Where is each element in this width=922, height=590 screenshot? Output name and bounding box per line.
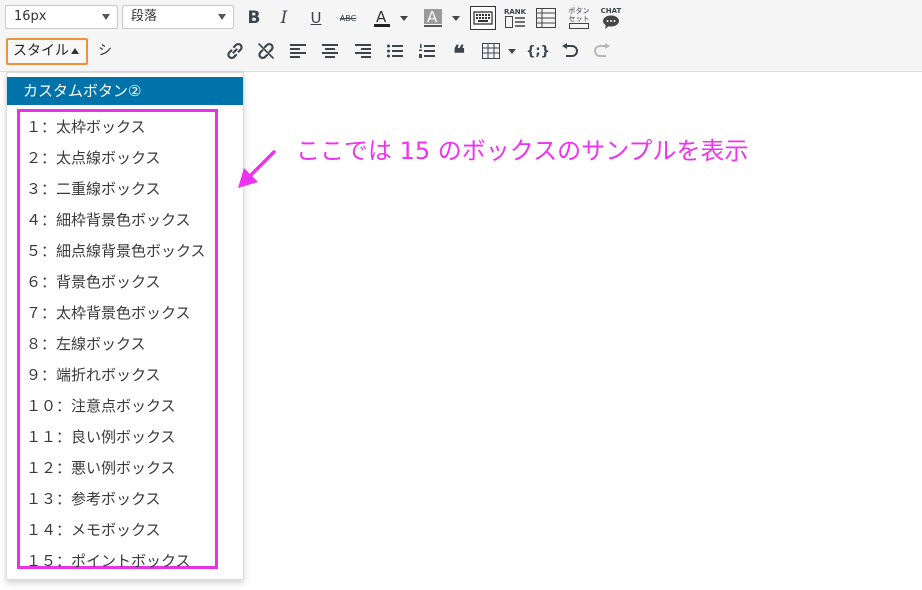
align-left-button[interactable]	[285, 36, 311, 66]
chat-button[interactable]: CHAT	[598, 3, 624, 33]
list-item[interactable]: １０：注意点ボックス	[26, 391, 176, 422]
table-layout-button[interactable]	[533, 3, 559, 33]
align-left-icon	[290, 44, 306, 58]
ranking-icon	[505, 16, 525, 28]
button-set-button[interactable]: ボタン セット	[565, 3, 593, 33]
list-item[interactable]: １２：悪い例ボックス	[26, 453, 176, 484]
link-icon	[227, 42, 243, 60]
italic-icon: I	[280, 8, 288, 28]
bold-icon: B	[247, 8, 261, 28]
underline-icon: U	[310, 9, 322, 27]
underline-button[interactable]: U	[303, 3, 329, 33]
background-color-icon: A	[424, 8, 442, 27]
button-set-label-1: ボタン	[568, 7, 590, 15]
list-item[interactable]: ５：細点線背景色ボックス	[26, 236, 206, 267]
remove-link-button[interactable]	[253, 36, 279, 66]
annotation-text: ここでは 15 のボックスのサンプルを表示	[296, 137, 749, 165]
align-right-icon	[355, 44, 371, 58]
shortcode-menu-button[interactable]: ショートコード	[98, 38, 112, 243]
list-item[interactable]: １１：良い例ボックス	[26, 422, 176, 453]
italic-button[interactable]: I	[271, 3, 297, 33]
svg-text:A: A	[427, 8, 438, 26]
rank-label: RANK	[503, 8, 527, 16]
insert-table-button[interactable]	[478, 36, 516, 66]
list-item[interactable]: ９：端折れボックス	[26, 360, 161, 391]
chevron-down-icon	[452, 16, 460, 21]
insert-link-button[interactable]	[222, 36, 248, 66]
button-set-icon	[569, 23, 589, 29]
chevron-up-icon	[71, 48, 79, 54]
code-button[interactable]: {;}	[525, 36, 551, 66]
bullet-list-button[interactable]	[382, 36, 408, 66]
text-color-icon: A	[374, 8, 390, 27]
style-menu-button[interactable]: スタイル	[6, 38, 88, 65]
undo-icon	[562, 43, 578, 57]
ranking-button[interactable]: RANK	[502, 3, 528, 33]
strikethrough-icon: ABC	[339, 13, 357, 23]
bullet-list-icon	[387, 44, 403, 58]
chat-label: CHAT	[600, 7, 622, 15]
table-list-icon	[536, 8, 556, 28]
chevron-down-icon	[218, 14, 226, 20]
list-item[interactable]: ２：太点線ボックス	[26, 143, 161, 174]
font-size-select[interactable]: 16px	[5, 5, 118, 29]
align-center-icon	[322, 44, 338, 58]
list-item[interactable]: ４：細枠背景色ボックス	[26, 205, 191, 236]
text-color-button[interactable]: A	[368, 3, 408, 33]
list-item[interactable]: １３：参考ボックス	[26, 484, 161, 515]
bold-button[interactable]: B	[241, 3, 267, 33]
quote-icon: ❝	[453, 41, 465, 67]
code-braces-icon: {;}	[526, 43, 550, 59]
dropdown-group-header[interactable]: カスタムボタン②	[7, 77, 243, 105]
blockquote-button[interactable]: ❝	[446, 36, 472, 67]
style-button-label: スタイル	[13, 43, 69, 59]
style-dropdown-menu: カスタムボタン② １：太枠ボックス ２：太点線ボックス ３：二重線ボックス ４：…	[6, 72, 244, 580]
block-format-value: 段落	[131, 9, 158, 24]
align-right-button[interactable]	[350, 36, 376, 66]
chevron-down-icon	[102, 14, 110, 20]
speech-bubble-icon	[603, 15, 619, 29]
list-item[interactable]: ８：左線ボックス	[26, 329, 146, 360]
strikethrough-button[interactable]: ABC	[335, 3, 361, 33]
keyboard-icon	[470, 6, 496, 30]
keyboard-toggle-button[interactable]	[469, 3, 497, 33]
redo-button[interactable]	[589, 36, 615, 66]
annotation-arrow-icon	[238, 150, 276, 188]
chevron-down-icon	[508, 49, 516, 54]
box-style-list: １：太枠ボックス ２：太点線ボックス ３：二重線ボックス ４：細枠背景色ボックス…	[17, 109, 218, 570]
editor-toolbar: 16px 段落 B I U ABC A A RANK ボタン セット CHAT …	[0, 0, 922, 243]
unlink-icon	[258, 42, 274, 60]
list-item[interactable]: １４：メモボックス	[26, 515, 161, 546]
button-set-label-2: セット	[568, 15, 590, 23]
block-format-select[interactable]: 段落	[122, 5, 234, 29]
align-center-button[interactable]	[317, 36, 343, 66]
redo-icon	[594, 43, 610, 57]
list-item[interactable]: ６：背景色ボックス	[26, 267, 161, 298]
table-icon	[482, 43, 500, 59]
font-size-value: 16px	[14, 9, 47, 24]
undo-button[interactable]	[557, 36, 583, 66]
list-item[interactable]: ３：二重線ボックス	[26, 174, 161, 205]
list-item[interactable]: ７：太枠背景色ボックス	[26, 298, 191, 329]
list-item[interactable]: １：太枠ボックス	[26, 112, 146, 143]
svg-text:A: A	[376, 8, 387, 26]
background-color-button[interactable]: A	[418, 3, 460, 33]
numbered-list-icon	[419, 44, 435, 58]
numbered-list-button[interactable]	[414, 36, 440, 66]
list-item[interactable]: １５：ポイントボックス	[26, 546, 191, 577]
chevron-down-icon	[400, 16, 408, 21]
